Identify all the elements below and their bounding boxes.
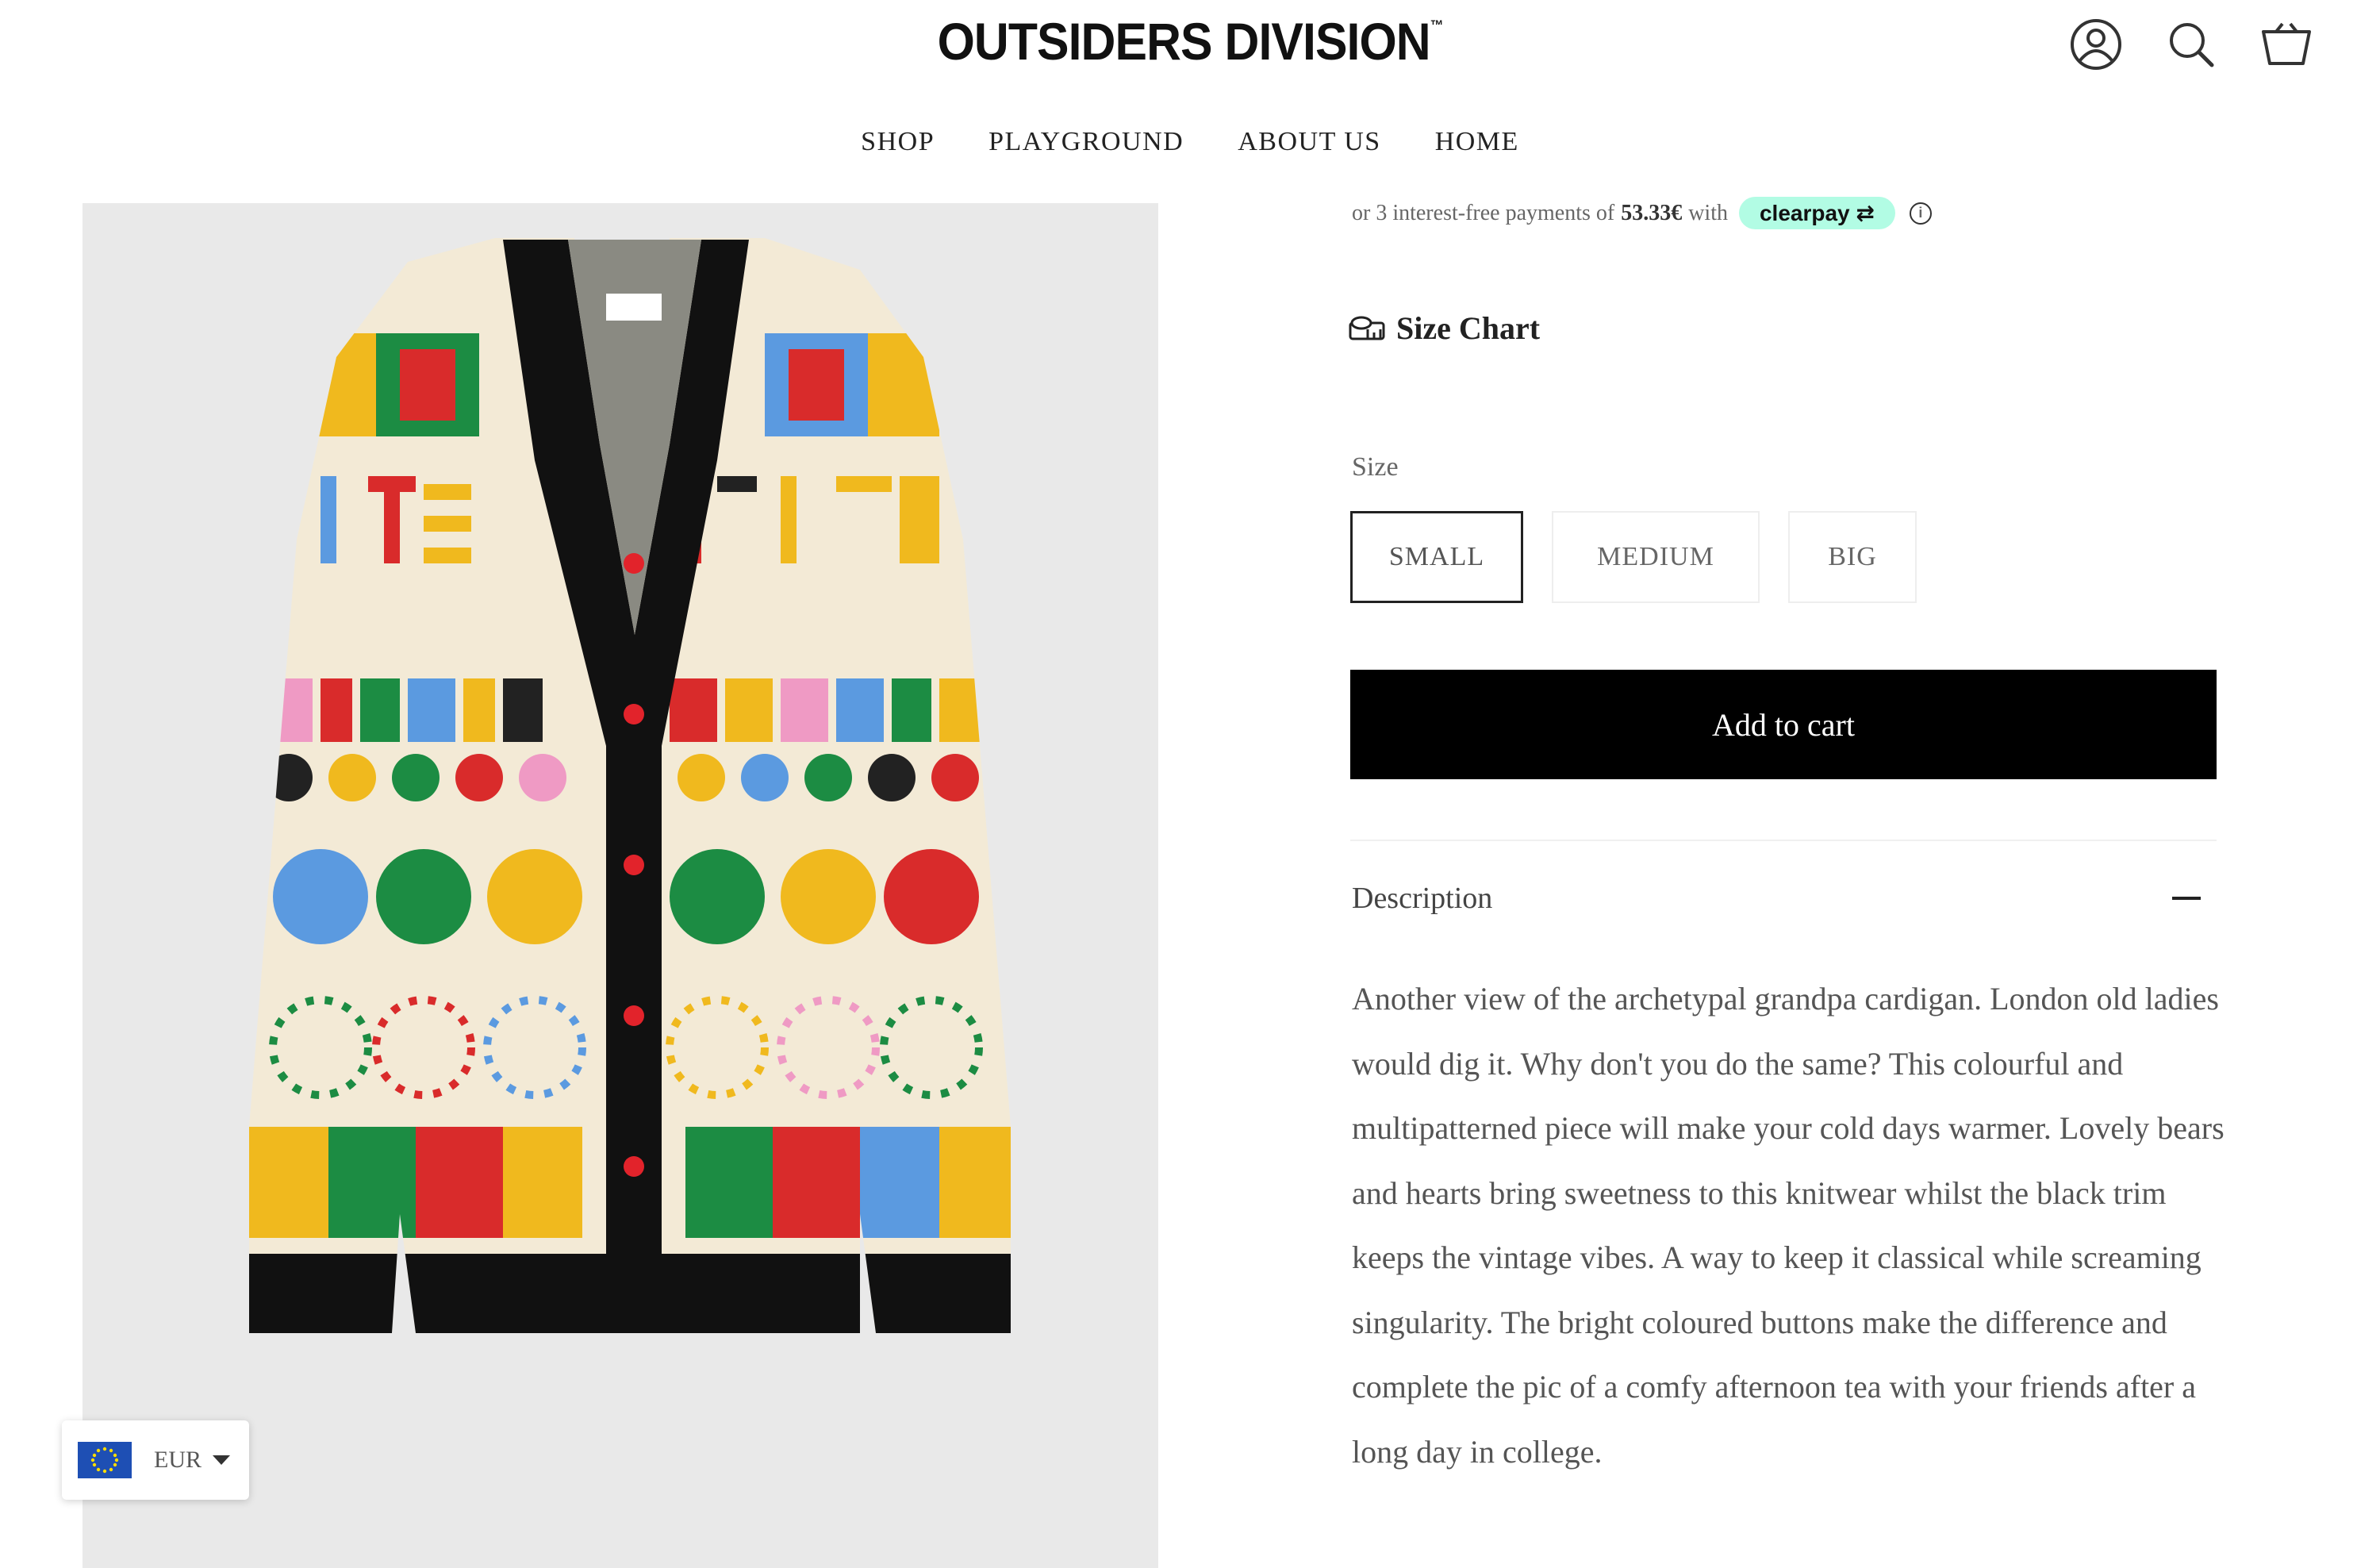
currency-code: EUR <box>154 1447 202 1473</box>
description-accordion-header[interactable]: Description <box>1352 881 2201 916</box>
description-text: Another view of the archetypal grandpa c… <box>1352 981 2225 1470</box>
size-option-big[interactable]: BIG <box>1788 511 1917 603</box>
installments-with: with <box>1688 200 1728 225</box>
collapse-icon[interactable] <box>2172 897 2201 900</box>
account-icon[interactable] <box>2067 16 2125 73</box>
installments-prefix: or 3 interest-free payments of <box>1352 200 1615 225</box>
eu-flag-icon <box>78 1442 132 1478</box>
add-to-cart-button[interactable]: Add to cart <box>1350 670 2217 779</box>
description-title: Description <box>1352 882 1493 915</box>
cardigan-illustration <box>249 238 1011 1333</box>
currency-selector[interactable]: EUR <box>62 1420 249 1500</box>
nav-home[interactable]: HOME <box>1435 127 1519 157</box>
nav-playground[interactable]: PLAYGROUND <box>988 127 1184 157</box>
brand-name: OUTSIDERS DIVISION <box>937 12 1431 71</box>
nav-shop[interactable]: SHOP <box>861 127 935 157</box>
search-icon[interactable] <box>2163 16 2220 73</box>
clearpay-label: clearpay <box>1759 201 1850 225</box>
size-option-small[interactable]: SMALL <box>1350 511 1523 603</box>
size-option-medium[interactable]: MEDIUM <box>1552 511 1760 603</box>
size-chart-label: Size Chart <box>1396 310 1541 346</box>
trademark-mark: ™ <box>1430 17 1444 33</box>
chevron-down-icon <box>213 1455 230 1465</box>
main-nav: SHOP PLAYGROUND ABOUT US HOME <box>0 127 2380 157</box>
divider <box>1350 840 2217 841</box>
size-chart-link[interactable]: Size Chart <box>1349 309 1540 347</box>
info-icon[interactable]: i <box>1909 202 1932 225</box>
size-label: Size <box>1352 452 1399 482</box>
ruler-icon <box>1349 316 1385 340</box>
cart-icon[interactable] <box>2258 16 2315 73</box>
header-icons <box>2067 16 2315 73</box>
clearpay-badge[interactable]: clearpay ⇄ <box>1738 197 1895 229</box>
nav-about-us[interactable]: ABOUT US <box>1238 127 1380 157</box>
installment-amount: 53.33€ <box>1621 200 1683 225</box>
size-options: SMALL MEDIUM BIG <box>1350 511 1917 603</box>
product-image[interactable] <box>83 203 1158 1568</box>
brand-logo[interactable]: OUTSIDERS DIVISION™ <box>95 11 2285 71</box>
installments-info: or 3 interest-free payments of 53.33€ wi… <box>1352 197 1932 229</box>
